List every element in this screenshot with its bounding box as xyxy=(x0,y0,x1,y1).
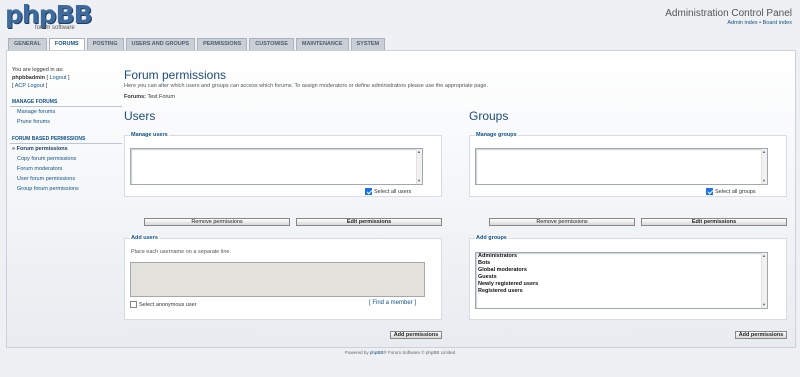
sidebar-item-manage-forums[interactable]: Manage forums xyxy=(10,107,122,117)
login-info: You are logged in as: phpbbadmin [ Logou… xyxy=(10,66,122,90)
select-all-users-label: Select all users xyxy=(374,188,412,195)
board-index-link[interactable]: Board index xyxy=(763,20,792,26)
add-users-hint: Place each username on a separate line. xyxy=(131,249,231,255)
anonymous-user-label: Select anonymous user xyxy=(139,301,197,308)
groups-heading: Groups xyxy=(469,109,509,123)
footer-prefix: Powered by xyxy=(344,350,370,355)
forums-line: Forums: Test Forum xyxy=(124,94,790,100)
add-users-title: Add users xyxy=(130,235,159,241)
select-all-groups-checkbox[interactable] xyxy=(706,188,713,195)
users-heading: Users xyxy=(124,109,156,123)
sidebar-item-forum-permissions[interactable]: » Forum permissions xyxy=(10,144,122,154)
sidebar-item-prune-forums[interactable]: Prune forums xyxy=(10,117,122,127)
select-all-groups-label: Select all groups xyxy=(715,188,756,195)
groups-edit-permissions-button[interactable]: Edit permissions xyxy=(641,218,787,226)
logo-subtitle: forum software xyxy=(35,25,75,31)
page-title: Forum permissions xyxy=(124,68,227,82)
main-tabs: GENERAL FORUMS POSTING USERS AND GROUPS … xyxy=(8,38,386,51)
tab-general[interactable]: GENERAL xyxy=(8,38,47,50)
forums-value: Test Forum xyxy=(147,94,175,100)
group-option[interactable]: Guests xyxy=(476,274,767,281)
sidebar: You are logged in as: phpbbadmin [ Logou… xyxy=(10,66,122,194)
select-all-users-checkbox[interactable] xyxy=(365,188,372,195)
users-edit-permissions-button[interactable]: Edit permissions xyxy=(296,218,442,226)
users-remove-permissions-button[interactable]: Remove permissions xyxy=(144,218,290,226)
username: phpbbadmin xyxy=(12,75,45,81)
scroll-down-icon[interactable]: ▼ xyxy=(762,303,766,307)
page-description: Here you can alter which users and group… xyxy=(124,83,489,89)
logout-link[interactable]: Logout xyxy=(50,75,67,81)
scroll-down-icon[interactable]: ▼ xyxy=(762,179,766,183)
manage-groups-box: Manage groups ▲ ▼ Select all groups xyxy=(469,132,787,197)
header: phpBB forum software Administration Cont… xyxy=(0,0,800,38)
sidebar-item-copy-forum-permissions[interactable]: Copy forum permissions xyxy=(10,154,122,164)
acp-title: Administration Control Panel xyxy=(665,8,792,19)
scroll-up-icon[interactable]: ▲ xyxy=(762,254,766,258)
group-option[interactable]: Bots xyxy=(476,260,767,267)
users-listbox-scrollbar[interactable]: ▲ ▼ xyxy=(416,149,422,184)
groups-listbox-scrollbar[interactable]: ▲ ▼ xyxy=(761,149,767,184)
group-option[interactable]: Global moderators xyxy=(476,267,767,274)
phpbb-logo[interactable]: phpBB forum software xyxy=(5,2,93,32)
tab-permissions[interactable]: PERMISSIONS xyxy=(197,38,248,50)
find-member-link[interactable]: [ Find a member ] xyxy=(369,300,416,306)
tab-system[interactable]: SYSTEM xyxy=(350,38,386,50)
sidebar-section-manage-forums: MANAGE FORUMS xyxy=(10,99,122,107)
sidebar-item-user-forum-permissions[interactable]: User forum permissions xyxy=(10,174,122,184)
manage-groups-title: Manage groups xyxy=(475,132,518,138)
sidebar-item-label: Forum permissions xyxy=(16,146,68,152)
manage-users-title: Manage users xyxy=(130,132,169,138)
groups-remove-permissions-button[interactable]: Remove permissions xyxy=(489,218,635,226)
main-content: Forum permissions Here you can alter whi… xyxy=(124,68,790,100)
sidebar-section-forum-permissions: FORUM BASED PERMISSIONS xyxy=(10,136,122,144)
content-panel: You are logged in as: phpbbadmin [ Logou… xyxy=(6,50,796,348)
phpbb-footer-link[interactable]: phpBB xyxy=(370,350,384,355)
sidebar-item-group-forum-permissions[interactable]: Group forum permissions xyxy=(10,184,122,194)
groups-add-permissions-button[interactable]: Add permissions xyxy=(735,331,787,339)
manage-users-box: Manage users ▲ ▼ Select all users xyxy=(124,132,442,197)
groups-listbox[interactable]: ▲ ▼ xyxy=(475,148,768,185)
group-option[interactable]: Registered users xyxy=(476,288,767,295)
sidebar-item-forum-moderators[interactable]: Forum moderators xyxy=(10,164,122,174)
select-all-groups[interactable]: Select all groups xyxy=(706,188,756,195)
scroll-down-icon[interactable]: ▼ xyxy=(417,179,421,183)
scroll-up-icon[interactable]: ▲ xyxy=(762,150,766,154)
tab-customise[interactable]: CUSTOMISE xyxy=(249,38,294,50)
groups-add-listbox[interactable]: Administrators Bots Global moderators Gu… xyxy=(475,252,768,309)
acp-logout-link[interactable]: ACP Logout xyxy=(15,83,45,89)
logged-in-text: You are logged in as: xyxy=(12,67,64,73)
footer: Powered by phpBB® Forum Software © phpBB… xyxy=(0,350,800,355)
users-listbox[interactable]: ▲ ▼ xyxy=(130,148,423,185)
tab-posting[interactable]: POSTING xyxy=(86,38,124,50)
select-all-users[interactable]: Select all users xyxy=(365,188,411,195)
select-anonymous-user[interactable]: Select anonymous user xyxy=(130,301,196,308)
add-groups-box: Add groups Administrators Bots Global mo… xyxy=(469,235,787,320)
forums-label: Forums: xyxy=(124,94,146,100)
tab-users-and-groups[interactable]: USERS AND GROUPS xyxy=(125,38,196,50)
tab-maintenance[interactable]: MAINTENANCE xyxy=(295,38,349,50)
footer-suffix: ® Forum Software © phpBB Limited xyxy=(383,350,456,355)
usernames-textarea[interactable] xyxy=(130,262,425,297)
groups-add-listbox-scrollbar[interactable]: ▲ ▼ xyxy=(761,253,767,308)
admin-index-link[interactable]: Admin index xyxy=(727,20,757,26)
anonymous-user-checkbox[interactable] xyxy=(130,301,137,308)
group-option[interactable]: Newly registered users xyxy=(476,281,767,288)
top-links: Admin index • Board index xyxy=(727,20,792,26)
add-users-box: Add users Place each username on a separ… xyxy=(124,235,442,320)
group-option[interactable]: Administrators xyxy=(476,253,767,260)
add-groups-title: Add groups xyxy=(475,235,508,241)
users-add-permissions-button[interactable]: Add permissions xyxy=(390,331,442,339)
scroll-up-icon[interactable]: ▲ xyxy=(417,150,421,154)
